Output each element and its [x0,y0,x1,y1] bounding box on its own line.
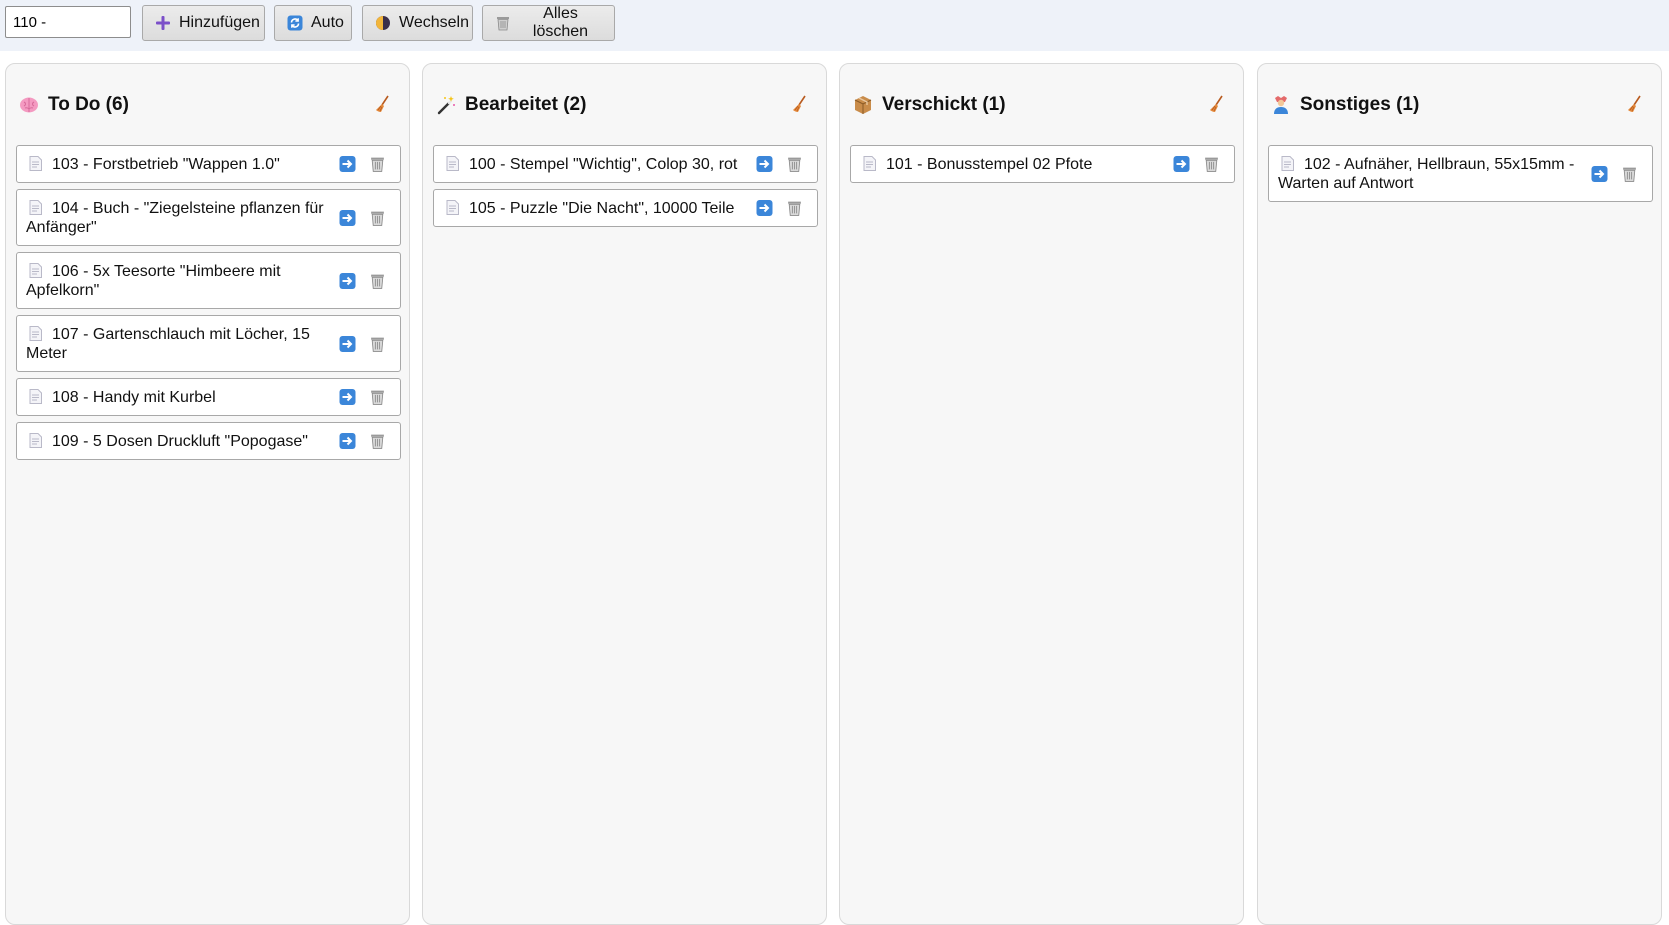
move-right-icon[interactable] [1591,165,1608,182]
task-card[interactable]: 106 - 5x Teesorte "Himbeere mit Apfelkor… [16,252,401,309]
document-icon [29,156,42,171]
task-card-text: 103 - Forstbetrieb "Wappen 1.0" [52,156,280,173]
task-card-text: 106 - 5x Teesorte "Himbeere mit Apfelkor… [26,263,281,299]
document-icon [1281,156,1294,171]
move-right-icon[interactable] [756,200,773,217]
auto-button[interactable]: Auto [274,5,352,41]
task-card[interactable]: 105 - Puzzle "Die Nacht", 10000 Teile [433,189,818,227]
trash-icon[interactable] [1621,165,1638,182]
broom-icon[interactable] [790,94,810,114]
column-title: Sonstiges (1) [1300,94,1420,115]
card-list: 102 - Aufnäher, Hellbraun, 55x15mm - War… [1268,145,1653,208]
refresh-icon [287,15,303,31]
clear-all-button[interactable]: Alles löschen [482,5,615,41]
column-title: Verschickt (1) [882,94,1006,115]
task-card[interactable]: 107 - Gartenschlauch mit Löcher, 15 Mete… [16,315,401,372]
task-card[interactable]: 103 - Forstbetrieb "Wappen 1.0" [16,145,401,183]
package-icon [852,94,874,116]
person-icon [1270,94,1292,116]
move-right-icon[interactable] [339,156,356,173]
task-card-text: 105 - Puzzle "Die Nacht", 10000 Teile [469,200,735,217]
trash-icon[interactable] [786,200,803,217]
task-card-text: 108 - Handy mit Kurbel [52,389,216,406]
document-icon [29,326,42,341]
switch-button[interactable]: Wechseln [362,5,473,41]
column-bearbeitet: Bearbeitet (2) 100 - Stempel "Wichtig", … [422,63,827,925]
task-card[interactable]: 108 - Handy mit Kurbel [16,378,401,416]
column-verschickt: Verschickt (1) 101 - Bonusstempel 02 Pfo… [839,63,1244,925]
task-card[interactable]: 100 - Stempel "Wichtig", Colop 30, rot [433,145,818,183]
card-list: 103 - Forstbetrieb "Wappen 1.0" 104 - Bu… [16,145,401,466]
task-card-text: 107 - Gartenschlauch mit Löcher, 15 Mete… [26,326,310,362]
move-right-icon[interactable] [339,335,356,352]
column-sonstiges: Sonstiges (1) 102 - Aufnäher, Hellbraun,… [1257,63,1662,925]
document-icon [29,200,42,215]
add-button-label: Hinzufügen [179,14,260,31]
task-card-text: 109 - 5 Dosen Druckluft "Popogase" [52,433,308,450]
column-header: Verschickt (1) [852,92,1231,118]
kanban-board: To Do (6) 103 - Forstbetrieb "Wappen 1.0… [0,51,1669,925]
task-card-text: 104 - Buch - "Ziegelsteine pflanzen für … [26,200,324,236]
column-header: Sonstiges (1) [1270,92,1649,118]
trash-icon[interactable] [369,156,386,173]
document-icon [29,433,42,448]
task-card[interactable]: 104 - Buch - "Ziegelsteine pflanzen für … [16,189,401,246]
trash-icon[interactable] [369,335,386,352]
task-card-text: 100 - Stempel "Wichtig", Colop 30, rot [469,156,738,173]
card-list: 100 - Stempel "Wichtig", Colop 30, rot 1… [433,145,818,233]
task-card[interactable]: 109 - 5 Dosen Druckluft "Popogase" [16,422,401,460]
plus-icon [155,15,171,31]
clear-all-button-label: Alles löschen [532,5,589,40]
broom-icon[interactable] [1207,94,1227,114]
document-icon [29,263,42,278]
column-title: To Do (6) [48,94,129,115]
document-icon [29,389,42,404]
move-right-icon[interactable] [339,433,356,450]
move-right-icon[interactable] [339,389,356,406]
column-title: Bearbeitet (2) [465,94,587,115]
new-task-input[interactable] [5,6,131,38]
switch-button-label: Wechseln [399,14,469,31]
trash-icon[interactable] [1203,156,1220,173]
task-card-text: 102 - Aufnäher, Hellbraun, 55x15mm - War… [1278,156,1575,192]
column-todo: To Do (6) 103 - Forstbetrieb "Wappen 1.0… [5,63,410,925]
trash-icon[interactable] [786,156,803,173]
toolbar: Hinzufügen Auto Wechseln Alles löschen [0,0,1669,51]
trash-icon[interactable] [369,209,386,226]
magic-wand-icon [435,94,457,116]
trash-icon[interactable] [369,433,386,450]
add-button[interactable]: Hinzufügen [142,5,265,41]
card-list: 101 - Bonusstempel 02 Pfote [850,145,1235,189]
document-icon [446,200,459,215]
task-card-text: 101 - Bonusstempel 02 Pfote [886,156,1093,173]
trash-icon[interactable] [369,272,386,289]
trash-icon[interactable] [369,389,386,406]
brain-icon [18,94,40,116]
broom-icon[interactable] [1625,94,1645,114]
auto-button-label: Auto [311,14,344,31]
task-card[interactable]: 102 - Aufnäher, Hellbraun, 55x15mm - War… [1268,145,1653,202]
move-right-icon[interactable] [756,156,773,173]
move-right-icon[interactable] [339,209,356,226]
trash-icon [495,15,511,31]
move-right-icon[interactable] [1173,156,1190,173]
document-icon [863,156,876,171]
move-right-icon[interactable] [339,272,356,289]
column-header: Bearbeitet (2) [435,92,814,118]
task-card[interactable]: 101 - Bonusstempel 02 Pfote [850,145,1235,183]
column-header: To Do (6) [18,92,397,118]
broom-icon[interactable] [373,94,393,114]
half-moon-icon [375,15,391,31]
document-icon [446,156,459,171]
